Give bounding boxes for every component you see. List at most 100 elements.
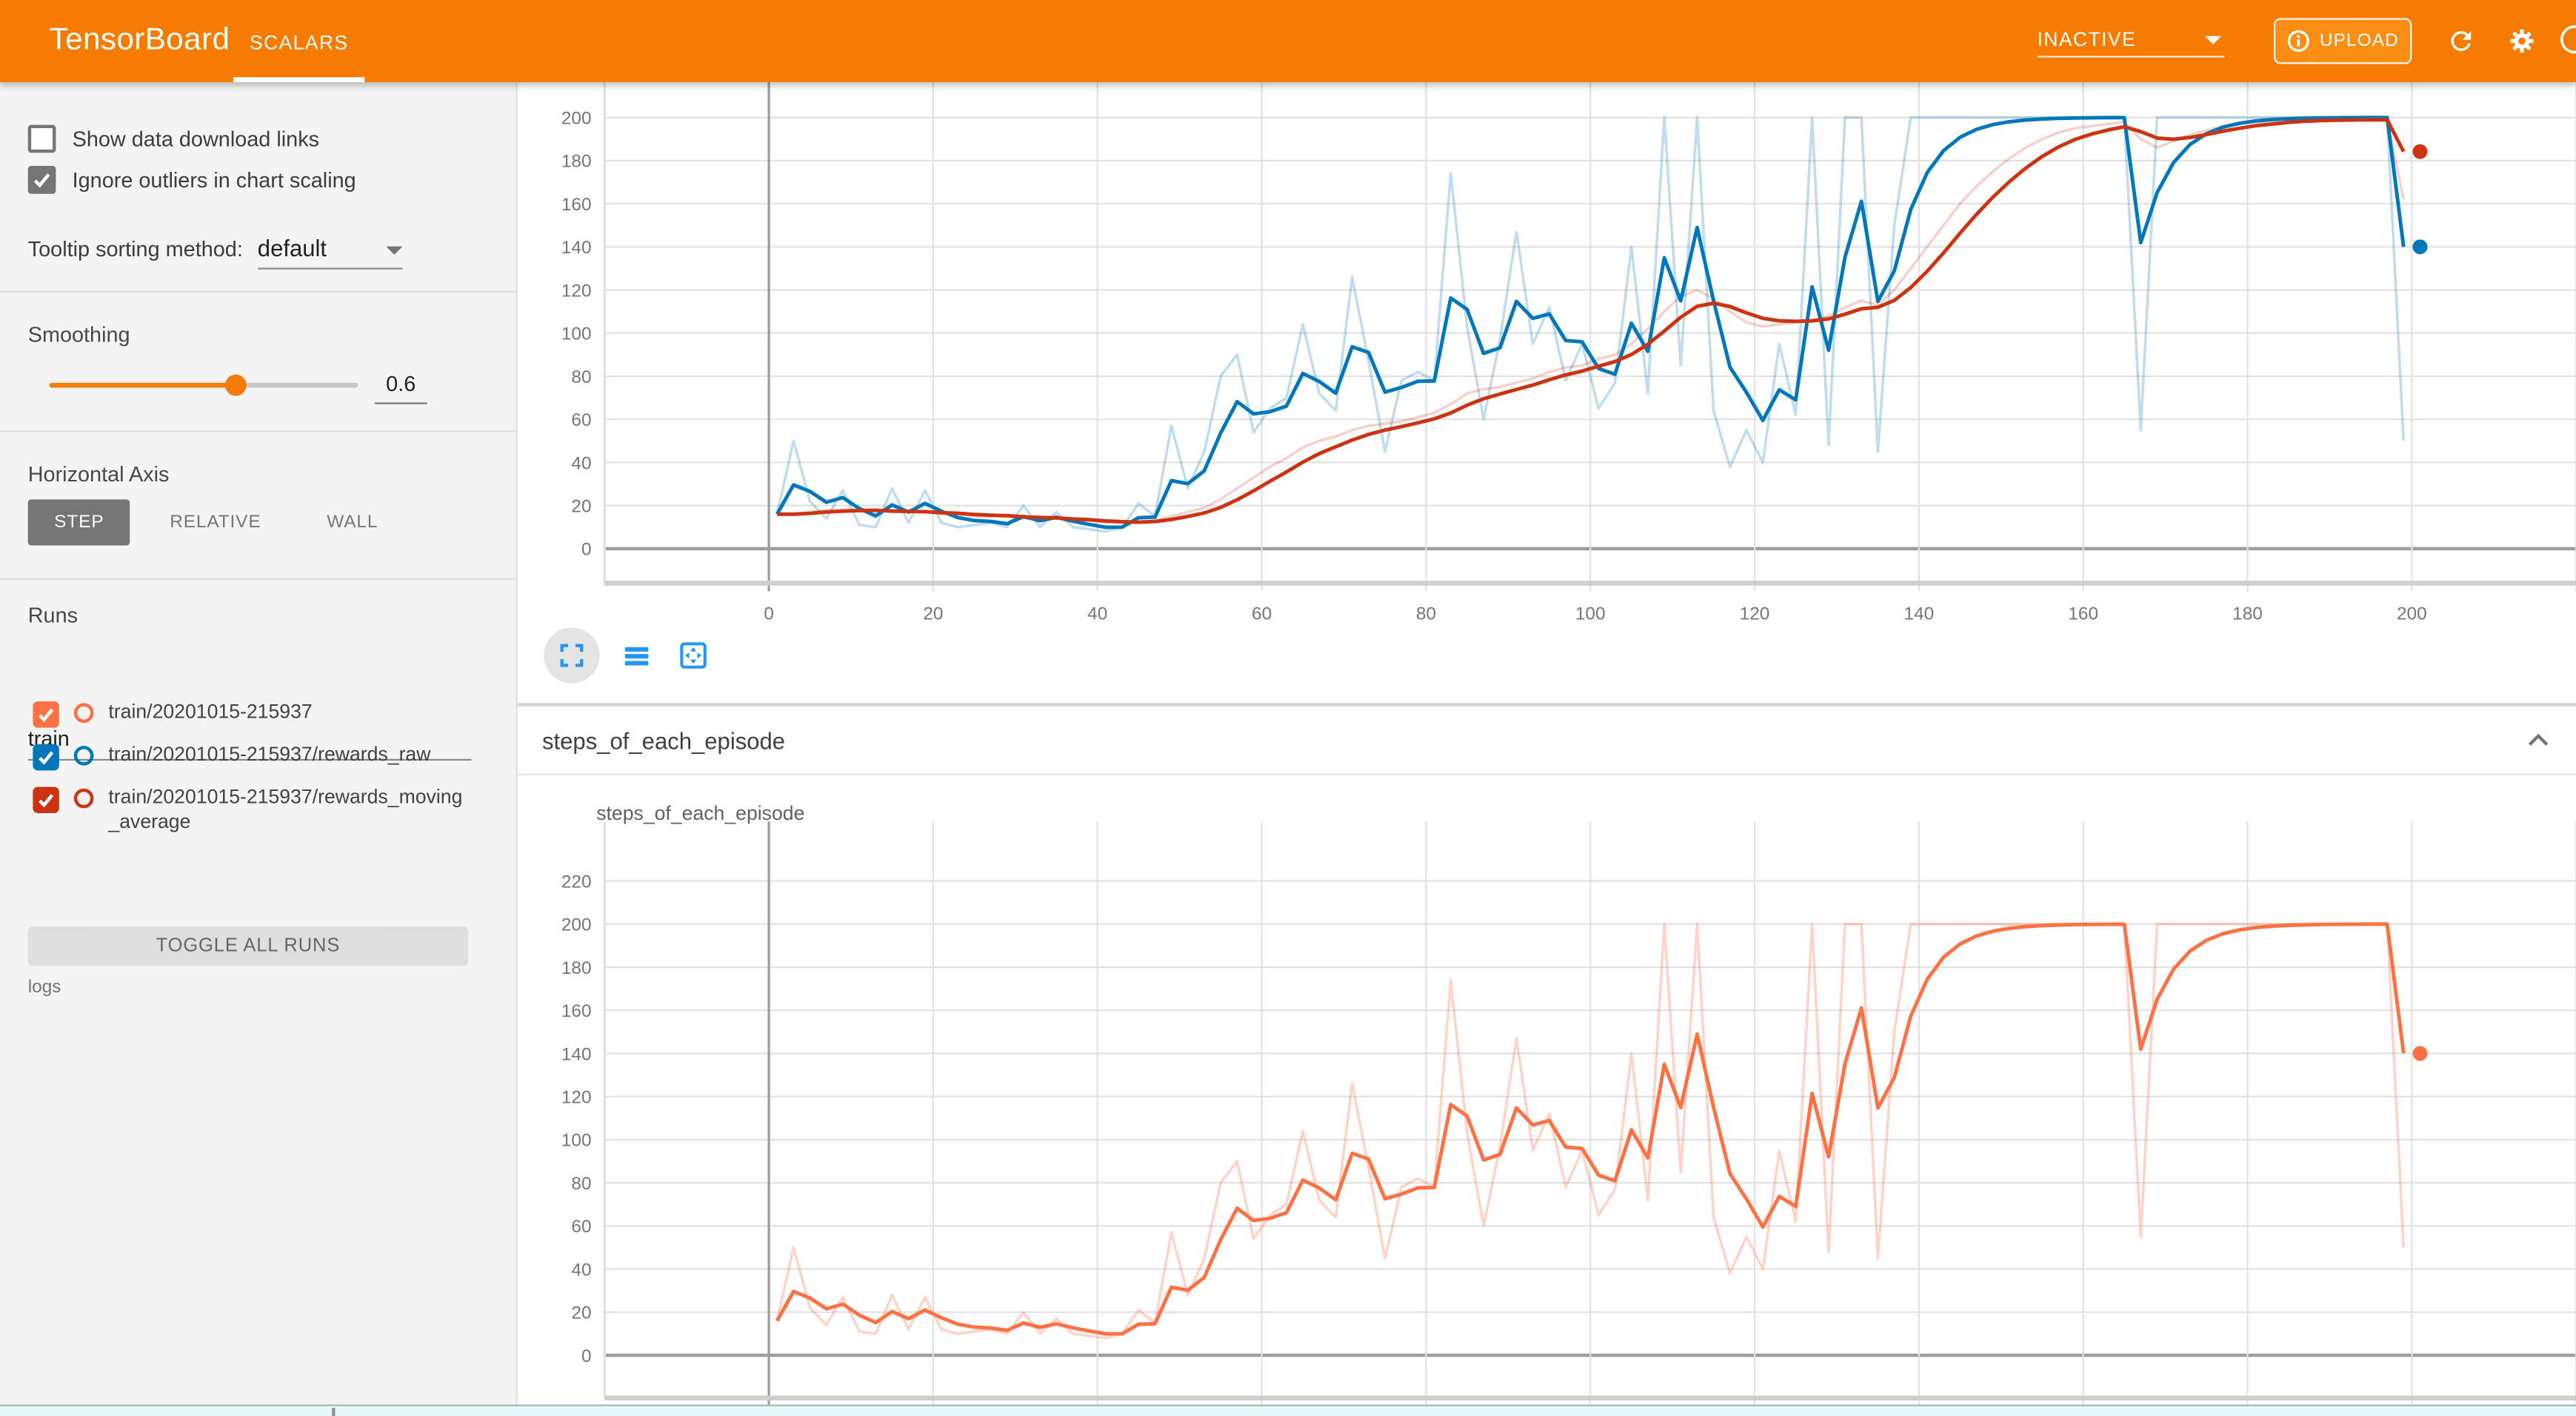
svg-text:60: 60 [1252,604,1272,624]
svg-text:180: 180 [2232,604,2263,624]
fit-to-data-icon [677,639,710,672]
rewards-chart[interactable]: 0204060801001201401601802000204060801001… [518,82,2576,649]
svg-text:20: 20 [571,1303,591,1323]
dropdown-underline [2038,56,2225,57]
svg-text:200: 200 [561,915,592,935]
tooltip-sorting-label: Tooltip sorting method: [28,236,243,261]
show-download-links-label: Show data download links [73,127,319,151]
slider-filled-track[interactable] [50,383,236,388]
svg-text:120: 120 [561,1088,592,1108]
smoothing-value-input[interactable]: 0.6 [375,371,427,404]
fit-domain-button[interactable] [672,634,715,677]
horizontal-axis-label: Horizontal Axis [28,461,170,486]
checkbox-checked-icon[interactable] [28,166,56,194]
scroll-tick [332,1408,335,1416]
check-icon [36,747,56,767]
slider-empty-track[interactable] [240,383,358,388]
settings-sidebar: Show data download links Ignore outliers… [0,82,518,1405]
ignore-outliers-checkbox[interactable]: Ignore outliers in chart scaling [28,166,356,194]
data-source-dropdown[interactable]: INACTIVE [2038,24,2225,57]
runs-label: Runs [28,603,78,627]
svg-text:20: 20 [571,497,591,517]
tab-scalars[interactable]: SCALARS [233,0,364,82]
run-row[interactable]: train/20201015-215937 [33,700,473,728]
upload-button[interactable]: UPLOAD [2274,18,2412,64]
run-row[interactable]: train/20201015-215937/rewards_moving_ave… [33,785,473,835]
tooltip-sorting-value: default [258,235,327,261]
svg-text:160: 160 [561,1001,592,1021]
svg-text:180: 180 [561,958,592,978]
smoothing-label: Smoothing [28,322,130,347]
svg-text:80: 80 [571,367,591,387]
chevron-up-icon[interactable] [2523,726,2553,755]
axis-relative-button[interactable]: RELATIVE [147,499,284,545]
axis-wall-button[interactable]: WALL [304,499,401,545]
svg-text:160: 160 [561,195,592,215]
logdir-label: logs [28,978,61,998]
run-label: train/20201015-215937/rewards_raw [108,743,473,767]
steps-of-each-episode-chart[interactable]: 020406080100120140160180200220 [518,821,2576,1416]
list-icon [620,640,651,671]
divider [0,291,518,293]
svg-text:80: 80 [571,1174,591,1194]
data-source-value: INACTIVE [2038,24,2225,54]
chevron-down-icon [386,247,402,255]
svg-text:140: 140 [561,238,592,258]
chart-toolbar [544,623,715,689]
svg-text:100: 100 [561,1131,592,1151]
app-title: TensorBoard [50,0,230,82]
svg-text:20: 20 [923,604,943,624]
svg-text:200: 200 [2397,604,2427,624]
svg-text:60: 60 [571,410,591,430]
svg-text:140: 140 [1904,604,1935,624]
run-row[interactable]: train/20201015-215937/rewards_raw [33,743,473,771]
fullscreen-icon [557,641,587,670]
svg-text:0: 0 [581,1346,592,1366]
help-icon[interactable] [2560,24,2576,54]
svg-text:40: 40 [1087,604,1107,624]
checkbox-unchecked-icon[interactable] [28,125,56,153]
svg-text:0: 0 [764,604,774,624]
run-color-radio[interactable] [74,746,94,766]
run-color-radio[interactable] [74,789,94,809]
settings-gear-icon[interactable] [2507,26,2537,56]
divider [0,430,518,432]
check-icon [36,705,56,725]
axis-step-button[interactable]: STEP [28,499,130,545]
svg-text:40: 40 [571,453,591,473]
refresh-icon[interactable] [2446,26,2476,56]
data-table-button[interactable] [615,634,658,677]
svg-text:0: 0 [581,540,592,560]
bottom-scroll-strip[interactable] [0,1405,2576,1416]
toggle-all-runs-button[interactable]: TOGGLE ALL RUNS [28,926,468,966]
run-label: train/20201015-215937 [108,700,473,724]
svg-text:180: 180 [561,152,592,172]
app-header: TensorBoard SCALARS INACTIVE UPLOAD [0,0,2576,82]
run-color-radio[interactable] [74,703,94,723]
tag-section-header[interactable]: steps_of_each_episode [518,707,2576,775]
expand-chart-button[interactable] [544,627,599,683]
divider [0,578,518,580]
upload-button-label: UPLOAD [2320,31,2399,51]
svg-text:40: 40 [571,1260,591,1280]
chevron-down-icon [2205,36,2221,44]
svg-text:80: 80 [1416,604,1436,624]
show-download-links-checkbox[interactable]: Show data download links [28,125,319,153]
svg-text:120: 120 [1740,604,1770,624]
check-icon [31,169,53,190]
svg-text:140: 140 [561,1044,592,1064]
tooltip-sorting-dropdown[interactable]: default [258,235,402,270]
run-checkbox[interactable] [33,701,59,727]
main-content: 0204060801001201401601802000204060801001… [518,82,2576,1416]
check-icon [36,790,56,810]
tensorboard-app: TensorBoard SCALARS INACTIVE UPLOAD [0,0,2576,1416]
slider-thumb[interactable] [225,375,247,396]
svg-text:60: 60 [571,1217,591,1237]
run-label: train/20201015-215937/rewards_moving_ave… [108,785,473,835]
ignore-outliers-label: Ignore outliers in chart scaling [73,167,356,192]
tab-active-underline [233,77,364,82]
run-checkbox[interactable] [33,787,59,813]
run-checkbox[interactable] [33,744,59,770]
svg-text:160: 160 [2068,604,2098,624]
tag-section-title: steps_of_each_episode [542,707,785,775]
